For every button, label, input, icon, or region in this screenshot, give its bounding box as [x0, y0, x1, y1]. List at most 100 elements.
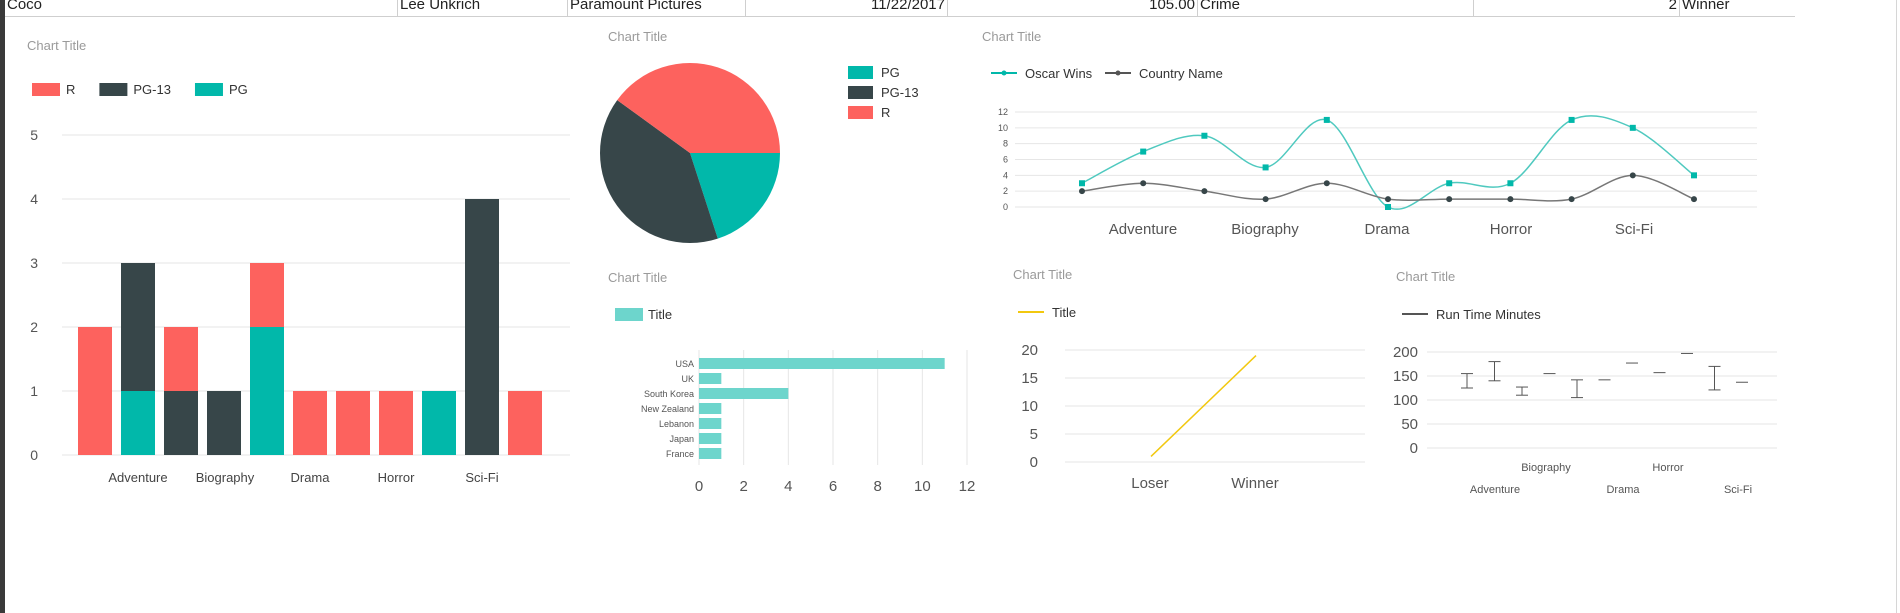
bar-segment-PG-13 [207, 391, 241, 455]
x-category-label: Adventure [1109, 221, 1177, 238]
bar-segment-PG [250, 327, 284, 455]
cell-director[interactable]: Lee Unkrich [398, 0, 568, 16]
legend-label-R: R [881, 105, 890, 120]
cell-run-time[interactable]: 105.00 [948, 0, 1198, 16]
y-tick-label: 2 [30, 319, 38, 335]
chart4-title: Chart Title [608, 270, 668, 285]
y-category-label: Lebanon [659, 419, 694, 429]
chart5-title: Chart Title [1013, 267, 1073, 282]
data-point [1568, 196, 1575, 203]
data-point [1323, 180, 1330, 187]
x-category-label: Biography [1231, 221, 1299, 238]
legend-label-1: Country Name [1139, 66, 1223, 81]
bar-segment-R [336, 391, 370, 455]
series-line-0 [1081, 115, 1695, 210]
y-tick-label: 3 [30, 255, 38, 271]
y-tick-label: 10 [998, 123, 1008, 133]
legend-label: Run Time Minutes [1436, 307, 1541, 322]
cell-oscar-wins[interactable]: 2 [1474, 0, 1680, 16]
bar-segment-PG-13 [121, 263, 155, 391]
x-category-label: Horror [1652, 462, 1684, 474]
x-category-label: Horror [1490, 221, 1533, 238]
data-point [1385, 196, 1391, 203]
x-category-label: Winner [1231, 475, 1279, 492]
data-point [1507, 196, 1514, 203]
table-row: Coco Lee Unkrich Paramount Pictures 11/2… [5, 0, 1795, 17]
legend-swatch-PG [194, 83, 223, 96]
y-category-label: Japan [669, 434, 694, 444]
line-chart-oscars: Oscar Wins Country Name 0 2 4 6 8 10 12 Adventure… [991, 66, 1757, 238]
x-tick-label: 8 [873, 478, 881, 495]
cell-genre[interactable]: Crime [1198, 0, 1474, 16]
y-tick-label: 2 [1003, 186, 1008, 196]
x-category-label: Sci-Fi [465, 470, 498, 485]
x-category-label: Loser [1131, 475, 1169, 492]
bar-segment-R [508, 391, 542, 455]
x-category-label: Drama [290, 470, 330, 485]
bar-segment-PG-13 [465, 199, 499, 455]
horizontal-bar-chart: Title 0 2 4 6 8 10 12 USA UK South Korea New Zealan… [615, 307, 975, 495]
x-category-label: Sci-Fi [1615, 221, 1653, 238]
y-tick-label: 6 [1003, 155, 1008, 165]
bar [699, 403, 722, 414]
x-tick-label: 6 [829, 478, 837, 495]
y-tick-label: 150 [1393, 368, 1418, 385]
bar-segment-PG-13 [164, 391, 198, 455]
bar [699, 373, 722, 384]
range-chart-runtime: Run Time Minutes 0 50 100 150 200 Biography Hor… [1393, 307, 1777, 496]
legend-swatch-R [848, 106, 873, 119]
bar-segment-PG [121, 391, 155, 455]
data-point [1629, 172, 1636, 179]
y-tick-label: 5 [30, 127, 38, 143]
x-tick-label: 4 [784, 478, 792, 495]
data-point [1446, 196, 1453, 203]
legend-label-PG-13: PG-13 [881, 85, 919, 100]
x-category-label: Sci-Fi [1724, 484, 1752, 496]
bar-segment-R [78, 327, 112, 455]
legend-marker-0 [1001, 70, 1007, 76]
y-tick-label: 0 [1003, 202, 1008, 212]
data-point [1262, 164, 1269, 171]
y-tick-label: 0 [1410, 440, 1418, 457]
x-tick-label: 2 [739, 478, 747, 495]
x-category-label: Horror [378, 470, 416, 485]
y-tick-label: 100 [1393, 392, 1418, 409]
bar-segment-R [293, 391, 327, 455]
legend-label-PG-13: PG-13 [133, 82, 171, 97]
bar-segment-R [379, 391, 413, 455]
cell-release-date[interactable]: 11/22/2017 [746, 0, 948, 16]
data-point [1568, 116, 1575, 123]
y-tick-label: 0 [1030, 454, 1038, 471]
legend-marker-1 [1115, 70, 1121, 76]
data-point [1323, 116, 1330, 123]
x-category-label: Adventure [1470, 484, 1520, 496]
legend-swatch-PG [848, 66, 873, 79]
y-tick-label: 5 [1030, 426, 1038, 443]
chart3-title: Chart Title [982, 29, 1042, 44]
y-category-label: France [666, 449, 694, 459]
x-tick-label: 10 [914, 478, 931, 495]
y-tick-label: 0 [30, 447, 38, 463]
data-point [1691, 172, 1697, 179]
x-category-label: Biography [1521, 462, 1571, 474]
data-point [1201, 132, 1208, 139]
bar [699, 358, 945, 369]
data-point [1262, 196, 1269, 203]
cell-result[interactable]: Winner [1680, 0, 1795, 16]
bar [699, 418, 722, 429]
y-tick-label: 50 [1401, 416, 1418, 433]
data-point [1201, 188, 1208, 195]
legend-label-PG: PG [881, 65, 900, 80]
bar-segment-R [164, 327, 198, 391]
x-tick-label: 0 [695, 478, 703, 495]
cell-title[interactable]: Coco [5, 0, 398, 16]
bar-segment-PG [422, 391, 456, 455]
pie-chart: PG PG-13 R [600, 63, 919, 244]
bar [699, 433, 722, 444]
cell-studio[interactable]: Paramount Pictures [568, 0, 746, 16]
y-tick-label: 10 [1021, 398, 1038, 415]
chart2-title: Chart Title [608, 29, 668, 44]
legend-swatch-R [32, 83, 60, 96]
legend-swatch [615, 308, 643, 321]
y-tick-label: 4 [1003, 170, 1008, 180]
